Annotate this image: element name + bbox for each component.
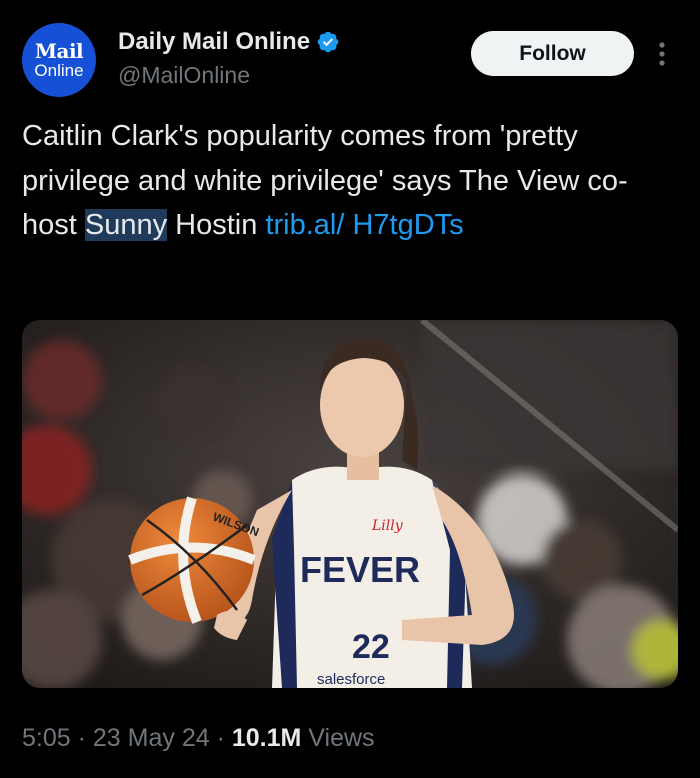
verified-badge-icon (317, 31, 339, 53)
jersey-team-text: FEVER (300, 549, 420, 590)
meta-separator: · (209, 724, 232, 752)
meta-separator: · (70, 724, 93, 752)
tweet-media-image[interactable]: FEVER 22 Lilly salesforce WILSON (22, 320, 678, 688)
jersey-bottom-sponsor-text: salesforce (317, 671, 385, 688)
more-options-icon[interactable] (652, 40, 672, 68)
tweet-time[interactable]: 5:05 (22, 724, 71, 752)
jersey-number-text: 22 (352, 628, 390, 666)
follow-button[interactable]: Follow (471, 31, 634, 76)
avatar[interactable]: Mail Online (22, 23, 96, 97)
views-count: 10.1M (231, 724, 302, 752)
views-label: Views (301, 724, 375, 752)
avatar-logo-line2: Online (34, 60, 84, 80)
tweet-text: Caitlin Clark's popularity comes from 'p… (22, 114, 672, 248)
basketball-photo: FEVER 22 Lilly salesforce WILSON (22, 320, 678, 688)
tweet-text-selection: Sunny (84, 209, 168, 241)
tweet-link[interactable]: trib.al/ H7tgDTs (265, 209, 463, 241)
tweet-meta: 5:05 · 23 May 24 · 10.1M Views (22, 724, 375, 753)
tweet-date[interactable]: 23 May 24 (93, 724, 210, 752)
tweet-text-part2: Hostin (167, 209, 266, 241)
author-name-row: Daily Mail Online (118, 28, 340, 56)
user-handle[interactable]: @MailOnline (118, 62, 250, 89)
jersey-sponsor-text: Lilly (371, 518, 404, 534)
avatar-logo-line1: Mail (34, 38, 84, 63)
display-name[interactable]: Daily Mail Online (118, 28, 310, 56)
